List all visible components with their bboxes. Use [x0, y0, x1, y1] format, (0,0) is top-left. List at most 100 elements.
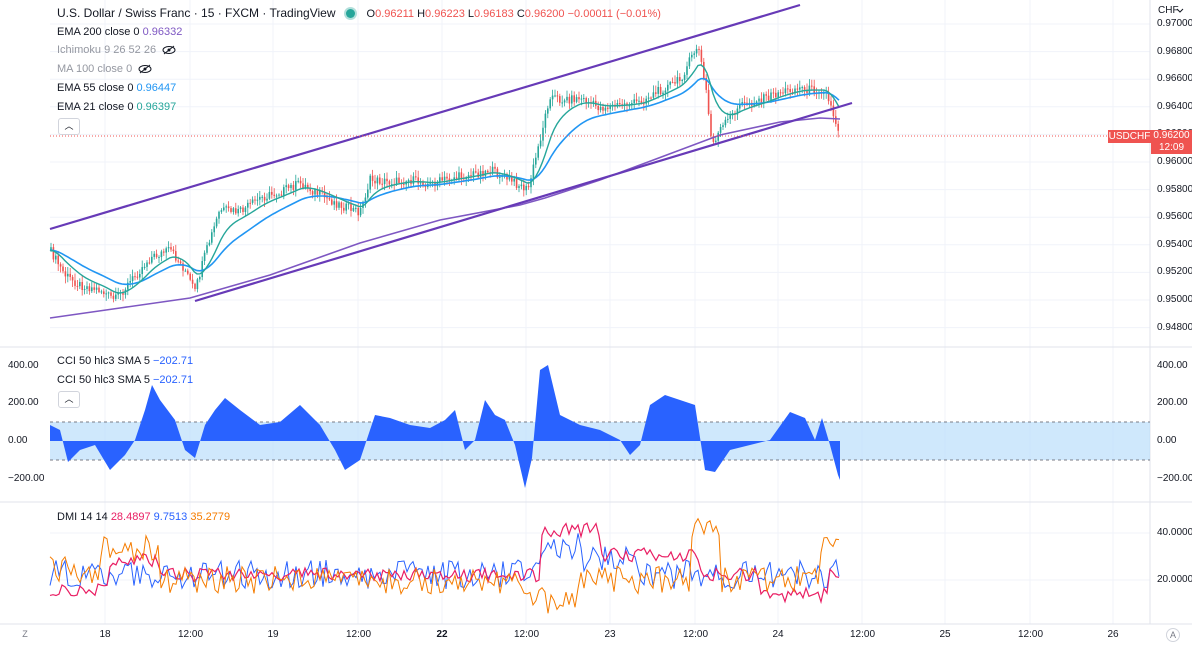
candle-body — [163, 251, 165, 253]
cci-tick-label-left: 200.00 — [8, 397, 39, 408]
price-tick-label: 0.96400 — [1157, 100, 1192, 112]
time-tick-label: 18 — [99, 629, 111, 640]
chart-canvas[interactable] — [0, 0, 1192, 645]
candle-body — [784, 88, 787, 94]
hidden-eye-icon[interactable] — [162, 45, 176, 55]
candle-body — [278, 194, 280, 196]
candle-body — [67, 273, 69, 277]
candle-body — [419, 182, 422, 184]
candle-body — [359, 208, 362, 216]
hidden-eye-icon[interactable] — [138, 64, 152, 74]
candle-body — [580, 98, 583, 100]
candle-body — [239, 207, 242, 209]
candle-body — [134, 276, 136, 278]
candle-body — [633, 99, 635, 104]
time-tick-label: 12:00 — [850, 629, 876, 640]
candle-body — [671, 82, 674, 84]
candle-body — [350, 203, 352, 211]
candle-body — [403, 183, 405, 185]
candle-body — [287, 185, 290, 189]
candle-body — [112, 295, 115, 299]
candle-body — [597, 105, 599, 111]
legend-cci-2[interactable]: CCI 50 hlc3 SMA 5 −202.71 — [57, 373, 193, 387]
candle-body — [347, 203, 350, 205]
log-scale-toggle-button[interactable]: Z — [17, 627, 33, 641]
candle-body — [472, 171, 475, 176]
candle-body — [184, 270, 187, 272]
candle-body — [71, 276, 74, 281]
auto-scale-button[interactable]: A — [1166, 628, 1180, 642]
candle-body — [107, 292, 110, 294]
market-status-icon[interactable] — [345, 9, 355, 19]
time-tick-label: 19 — [267, 629, 279, 640]
candle-body — [76, 285, 79, 287]
dmi-tick-label: 20.0000 — [1157, 574, 1192, 585]
candle-body — [837, 123, 839, 131]
collapse-cci-legend-button[interactable]: ︿ — [58, 391, 80, 408]
candle-body — [199, 277, 201, 280]
candle-body — [520, 184, 523, 187]
channel-lower-trendline[interactable] — [194, 101, 853, 303]
candle-body — [143, 266, 146, 268]
candle-body — [376, 177, 379, 184]
candle-body — [261, 196, 263, 198]
time-tick-label: 12:00 — [178, 629, 204, 640]
candle-body — [244, 207, 247, 213]
candle-body — [700, 49, 703, 62]
candle-body — [727, 118, 729, 120]
legend-ema21[interactable]: EMA 21 close 0 0.96397 — [57, 100, 176, 114]
candle-body — [206, 245, 208, 253]
candle-body — [650, 97, 652, 99]
candle-body — [662, 92, 664, 95]
legend-cci-1[interactable]: CCI 50 hlc3 SMA 5 −202.71 — [57, 354, 193, 368]
candle-body — [203, 252, 206, 262]
candle-body — [98, 287, 100, 293]
legend-ma100[interactable]: MA 100 close 0 — [57, 62, 152, 76]
candle-body — [532, 164, 535, 179]
candle-body — [367, 189, 369, 198]
legend-ema200[interactable]: EMA 200 close 0 0.96332 — [57, 25, 182, 39]
candle-body — [686, 66, 688, 75]
candle-body — [242, 207, 244, 213]
symbol-header[interactable]: U.S. Dollar / Swiss Franc · 15 · FXCM · … — [57, 6, 661, 20]
candle-body — [381, 183, 383, 185]
candle-body — [194, 283, 196, 290]
candle-body — [832, 105, 835, 117]
price-tick-label: 0.95000 — [1157, 294, 1192, 305]
cci-tick-label-left: −200.00 — [8, 473, 45, 484]
candle-body — [290, 184, 292, 189]
candle-body — [177, 260, 179, 262]
candle-body — [571, 95, 573, 104]
time-tick-label: 25 — [939, 629, 951, 640]
collapse-legend-button[interactable]: ︿ — [58, 118, 80, 135]
candle-body — [724, 119, 727, 126]
candle-body — [95, 287, 98, 290]
candle-body — [691, 54, 693, 58]
candle-body — [647, 97, 650, 99]
candle-body — [326, 197, 328, 199]
ema200-line[interactable] — [49, 117, 841, 319]
legend-dmi[interactable]: DMI 14 14 28.4897 9.7513 35.2779 — [57, 510, 230, 524]
candle-body — [215, 218, 218, 227]
candle-body — [74, 280, 76, 286]
candle-body — [314, 189, 316, 195]
candle-body — [103, 291, 105, 294]
legend-ema55[interactable]: EMA 55 close 0 0.96447 — [57, 81, 176, 95]
price-tick-label: 0.96800 — [1157, 45, 1192, 57]
candle-body — [55, 255, 57, 260]
chevron-down-icon[interactable] — [1176, 8, 1184, 14]
candle-body — [417, 177, 419, 184]
candle-body — [487, 170, 489, 173]
candle-body — [136, 276, 139, 278]
candle-body — [331, 199, 333, 205]
candle-body — [187, 270, 189, 274]
candle-body — [283, 187, 285, 196]
symbol-title[interactable]: U.S. Dollar / Swiss Franc · 15 · FXCM · … — [57, 6, 336, 20]
legend-ichimoku[interactable]: Ichimoku 9 26 52 26 — [57, 43, 176, 57]
candle-body — [808, 85, 811, 94]
price-tick-label: 0.95400 — [1157, 238, 1192, 250]
time-tick-label: 12:00 — [346, 629, 372, 640]
candle-body — [170, 247, 172, 250]
candle-body — [259, 196, 261, 200]
candle-body — [179, 261, 182, 264]
